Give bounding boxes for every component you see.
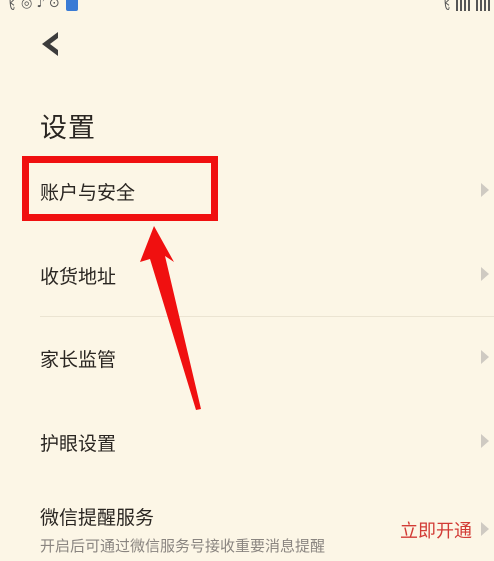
menu-item-label: 护眼设置 [40, 433, 117, 455]
menu-item-label: 微信提醒服务 [40, 507, 155, 529]
menu-item-label: 收货地址 [40, 266, 117, 288]
menu-item-subtitle: 开启后可通过微信服务号接收重要消息提醒 [40, 537, 326, 555]
status-right: 飞 [437, 0, 490, 12]
signal-icon-2 [476, 0, 490, 11]
menu-item-label: 账户与安全 [40, 182, 136, 204]
menu-item-parental-control[interactable]: 家长监管 [0, 317, 494, 401]
chevron-right-icon [481, 183, 489, 197]
chevron-right-icon [481, 434, 489, 448]
status-right-text: 飞 [436, 0, 450, 12]
menu-item-eye-protection[interactable]: 护眼设置 [0, 401, 494, 485]
status-bar: 飞 ◎ ♪ ⊙ 飞 [0, 0, 494, 12]
chevron-right-icon [481, 522, 489, 536]
menu-item-label: 家长监管 [40, 349, 117, 371]
status-left-text: 飞 [2, 0, 16, 12]
signal-icon [456, 0, 470, 11]
chevron-right-icon [481, 267, 489, 281]
back-button[interactable] [38, 30, 66, 58]
chevron-left-icon [42, 32, 58, 56]
notification-icon: ◎ ♪ ⊙ [21, 0, 60, 11]
menu-item-shipping-address[interactable]: 收货地址 [0, 234, 494, 318]
status-left: 飞 ◎ ♪ ⊙ [2, 0, 78, 12]
menu-item-wechat-reminder[interactable]: 微信提醒服务 开启后可通过微信服务号接收重要消息提醒 立即开通 [0, 485, 494, 561]
app-badge-icon [65, 0, 78, 11]
menu-item-account-security[interactable]: 账户与安全 [0, 150, 494, 234]
page-title: 设置 [40, 113, 96, 144]
enable-now-link[interactable]: 立即开通 [400, 517, 472, 543]
chevron-right-icon [481, 350, 489, 364]
